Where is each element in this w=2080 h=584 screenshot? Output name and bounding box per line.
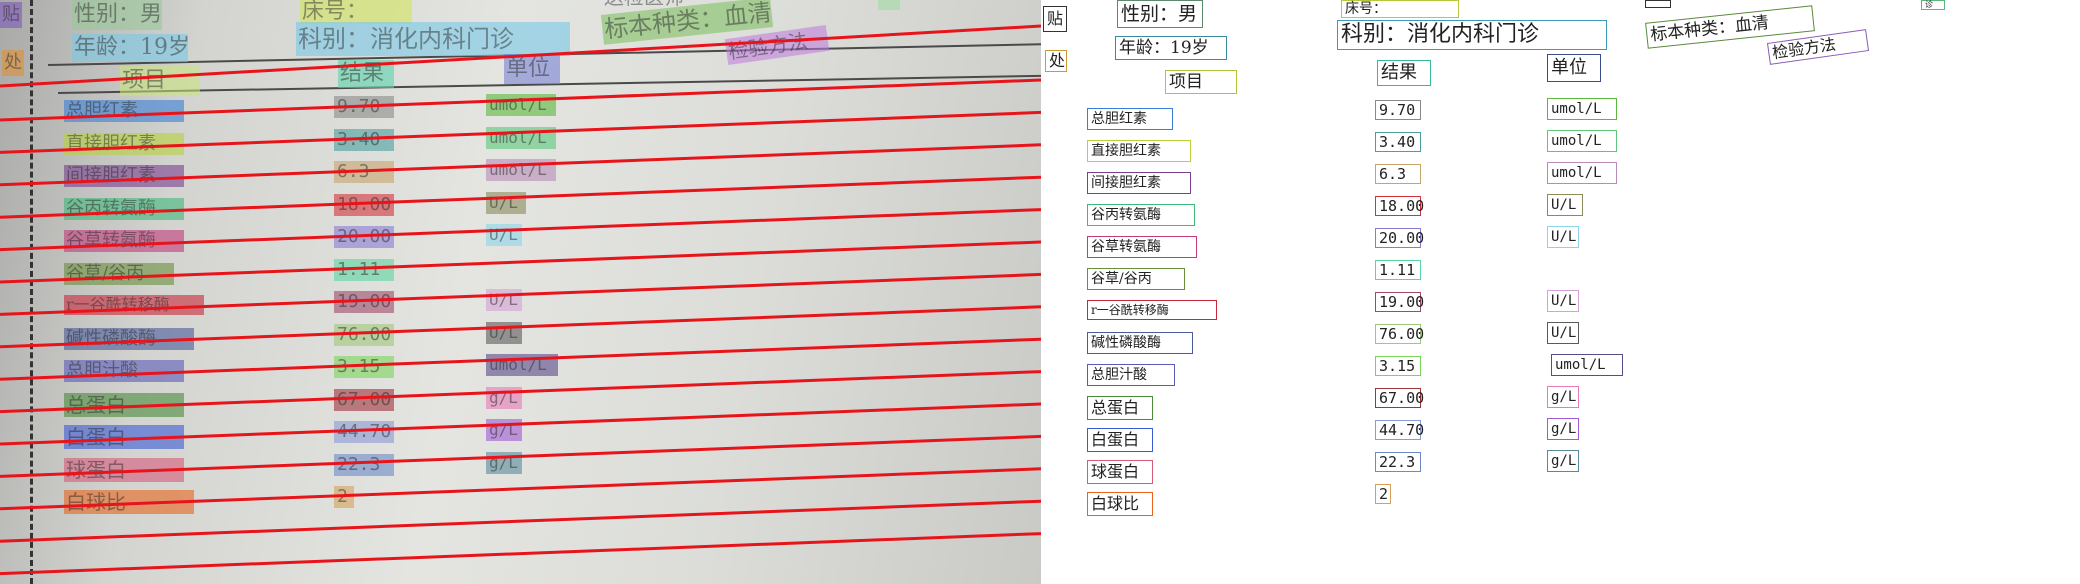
render-row-unit: U/L	[1547, 290, 1579, 312]
render-row-unit: U/L	[1547, 194, 1583, 216]
render-row-unit: umol/L	[1547, 98, 1617, 120]
render-row-name: 直接胆红素	[1087, 140, 1191, 162]
render-chu-label: 处	[1045, 50, 1067, 72]
render-row-unit: g/L	[1547, 386, 1579, 408]
render-cut-fragment: 诊	[1921, 0, 1945, 10]
overlay-line	[0, 110, 1041, 154]
render-tie-label: 贴	[1043, 6, 1067, 32]
render-row-result: 19.00	[1375, 292, 1424, 312]
render-row-result: 22.3	[1375, 452, 1421, 472]
render-row-result: 3.15	[1375, 356, 1421, 376]
overlay-line	[0, 272, 1041, 316]
render-age: 年龄：19岁	[1115, 36, 1227, 60]
render-row-unit: umol/L	[1551, 354, 1623, 376]
overlay-lines	[0, 24, 1041, 576]
render-row-name: 谷草转氨酶	[1087, 236, 1197, 258]
render-row-name: 谷草/谷丙	[1087, 268, 1185, 290]
annotated-photo: 贴 处 性别：男 年龄：19岁 床号： 科别：消化内科门诊 送检医师 标本种类：…	[0, 0, 1041, 584]
render-row-result: 67.00	[1375, 388, 1424, 408]
text-render-panel: 贴 处 性别：男 年龄：19岁 床号： 科别：消化内科门诊 标本种类：血清 检验…	[1041, 0, 2080, 584]
render-row-name: 总胆汁酸	[1087, 364, 1175, 386]
overlay-line	[0, 370, 1041, 414]
render-row-name: 白蛋白	[1087, 428, 1153, 452]
overlay-line	[0, 434, 1041, 478]
render-row-name: r一谷酰转移酶	[1087, 300, 1217, 320]
render-row-result: 9.70	[1375, 100, 1421, 120]
render-row-unit: g/L	[1547, 450, 1579, 472]
render-row-name: 总蛋白	[1087, 396, 1153, 420]
overlay-line	[0, 24, 1041, 88]
render-row-unit: U/L	[1547, 226, 1579, 248]
overlay-line	[0, 143, 1041, 187]
render-row-result: 20.00	[1375, 228, 1424, 248]
render-dept: 科别：消化内科门诊	[1337, 20, 1607, 50]
render-col-result: 结果	[1377, 60, 1431, 86]
render-row-name: 谷丙转氨酶	[1087, 204, 1195, 226]
render-row-result: 18.00	[1375, 196, 1424, 216]
overlay-line	[0, 402, 1041, 446]
render-row-name: 碱性磷酸酶	[1087, 332, 1193, 354]
render-row-result: 3.40	[1375, 132, 1421, 152]
overlay-line	[0, 499, 1041, 543]
render-row-result: 76.00	[1375, 324, 1424, 344]
overlay-line	[0, 337, 1041, 381]
overlay-line	[0, 532, 1041, 576]
overlay-line	[0, 208, 1041, 252]
overlay-line	[0, 305, 1041, 349]
render-row-result: 44.70	[1375, 420, 1424, 440]
render-col-unit: 单位	[1547, 54, 1601, 82]
render-row-result: 2	[1375, 484, 1391, 504]
render-row-unit: g/L	[1547, 418, 1579, 440]
render-top-fragment-box	[1645, 0, 1671, 8]
render-row-name: 球蛋白	[1087, 460, 1153, 484]
overlay-line	[0, 78, 1041, 122]
render-row-result: 1.11	[1375, 260, 1421, 280]
overlay-line	[0, 240, 1041, 284]
render-row-unit: U/L	[1547, 322, 1579, 344]
overlay-line	[0, 175, 1041, 219]
render-row-name: 白球比	[1087, 492, 1153, 516]
render-row-result: 6.3	[1375, 164, 1421, 184]
render-col-item: 项目	[1165, 70, 1237, 94]
render-bed: 床号：	[1341, 0, 1459, 18]
render-gender: 性别：男	[1117, 0, 1203, 28]
render-row-unit: umol/L	[1547, 162, 1617, 184]
render-row-name: 总胆红素	[1087, 108, 1173, 130]
render-row-unit: umol/L	[1547, 130, 1617, 152]
overlay-line	[0, 467, 1041, 511]
render-row-name: 间接胆红素	[1087, 172, 1191, 194]
